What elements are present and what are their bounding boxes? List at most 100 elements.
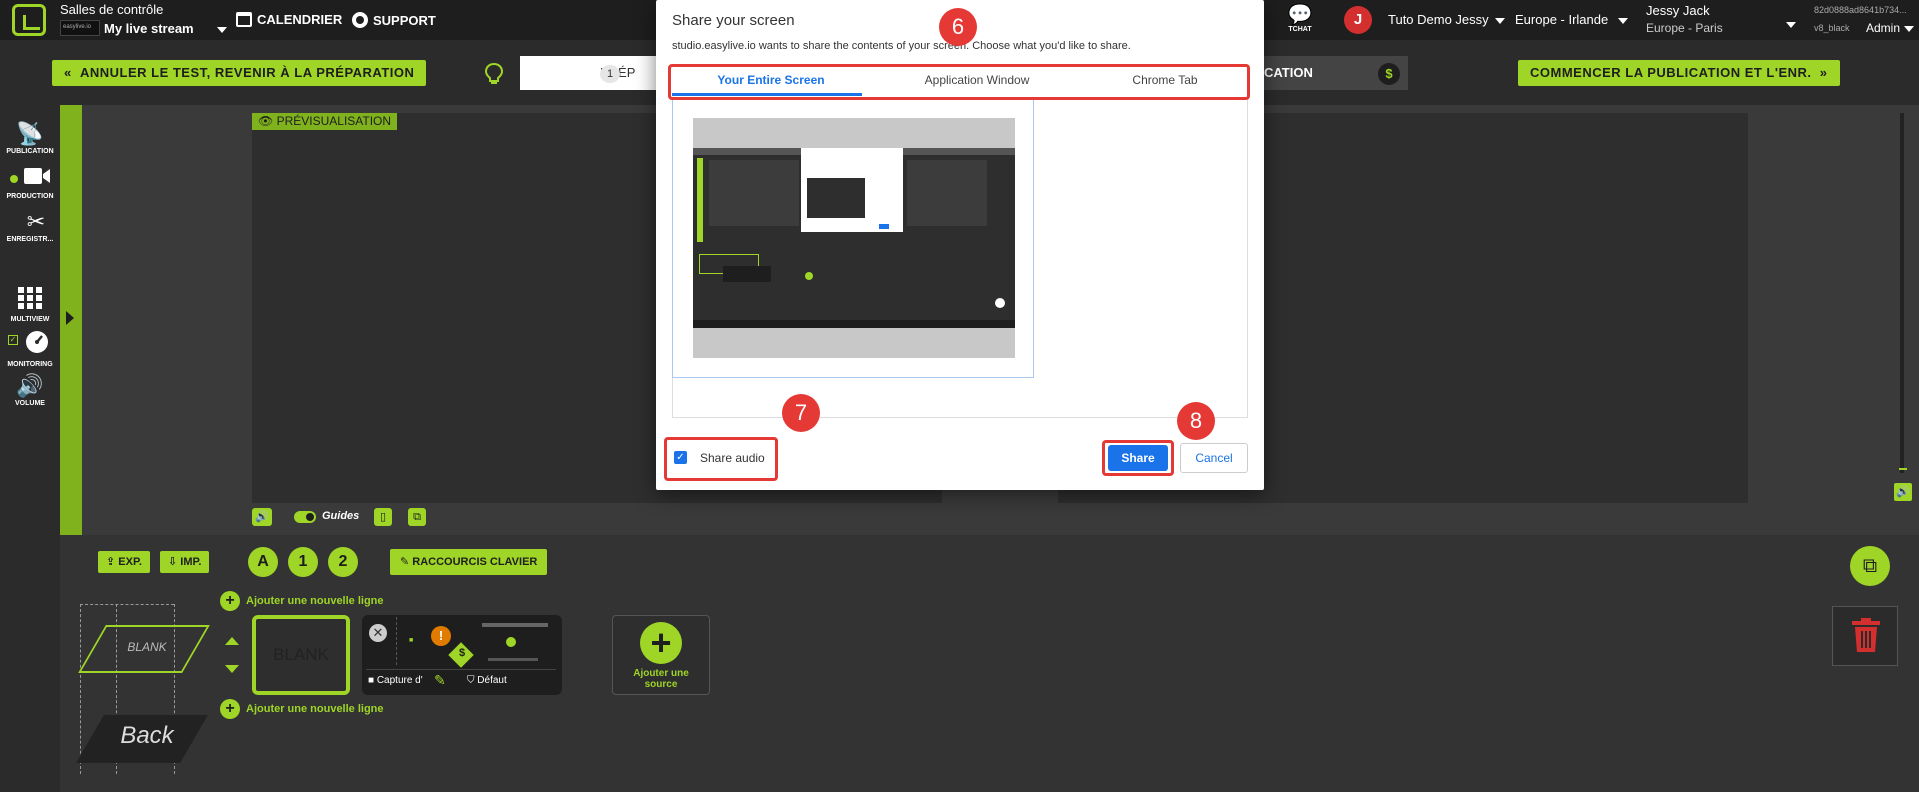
- sidebar-item-production[interactable]: PRODUCTION: [0, 166, 60, 200]
- copy-icon: ⧉: [1862, 555, 1878, 577]
- speaker-icon[interactable]: 🔊: [1894, 483, 1912, 501]
- speaker-icon: 🔊: [16, 373, 44, 398]
- close-icon[interactable]: ✕: [369, 624, 387, 642]
- chat-icon: 💬: [1287, 4, 1313, 26]
- speaker-icon: 🔊: [255, 511, 269, 523]
- chevron-down-icon: [1618, 17, 1629, 24]
- start-publish-label: COMMENCER LA PUBLICATION ET L'ENR.: [1530, 65, 1812, 80]
- preview-audio-button[interactable]: 🔊: [252, 508, 272, 526]
- keyboard-shortcuts-label: RACCOURCIS CLAVIER: [412, 556, 538, 568]
- gauge-icon: [0, 330, 60, 359]
- guides-label: Guides: [322, 510, 360, 522]
- chevron-down-icon: [1494, 17, 1505, 24]
- add-source-button[interactable]: + Ajouter une source: [612, 615, 710, 695]
- annotation-step-6: 6: [939, 8, 977, 46]
- plus-icon: +: [220, 699, 240, 719]
- user-menu-chevron[interactable]: [1780, 16, 1796, 34]
- sidebar-item-monitoring[interactable]: MONITORING: [0, 330, 60, 368]
- layers-button[interactable]: ⧉: [1850, 546, 1890, 586]
- step-preparation[interactable]: PRÉP: [520, 56, 664, 90]
- region-selector[interactable]: Europe - Irlande: [1515, 12, 1629, 27]
- layer-a-button[interactable]: A: [248, 547, 278, 577]
- sidebar-item-multiview[interactable]: MULTIVIEW: [0, 287, 60, 323]
- sidebar-item-volume[interactable]: 🔊 VOLUME: [0, 373, 60, 408]
- add-source-label-1: Ajouter une: [633, 668, 689, 679]
- build-channel: v8_black: [1814, 23, 1850, 33]
- video-camera-icon: [0, 166, 60, 191]
- plus-icon: +: [220, 591, 240, 611]
- mobile-preview-button[interactable]: ▯: [374, 508, 392, 526]
- chevrons-right-icon: »: [1811, 65, 1828, 80]
- active-tab-underline: [672, 93, 862, 96]
- user-timezone: Europe - Paris: [1646, 21, 1723, 35]
- thumb-preview: [709, 160, 799, 226]
- thumb-share-btn: [879, 224, 889, 229]
- layer-1-button[interactable]: 1: [288, 547, 318, 577]
- role-selector[interactable]: Admin: [1866, 21, 1915, 35]
- step-publication-label: CATION: [1264, 65, 1313, 80]
- tab-application-window[interactable]: Application Window: [882, 73, 1072, 87]
- sidebar-item-publication[interactable]: 📡 PUBLICATION: [0, 122, 60, 156]
- thumb-layers: [995, 298, 1005, 308]
- stream-selector[interactable]: My live stream: [104, 21, 228, 36]
- start-publish-button[interactable]: COMMENCER LA PUBLICATION ET L'ENR. »: [1518, 60, 1840, 86]
- download-icon: ⇩: [168, 556, 181, 568]
- preview-label: 👁 PRÉVISUALISATION: [252, 113, 398, 130]
- import-button[interactable]: ⇩ IMP.: [160, 551, 210, 573]
- plus-icon: +: [640, 622, 682, 664]
- add-line-top-button[interactable]: + Ajouter une nouvelle ligne: [220, 591, 384, 611]
- move-down-arrow-icon[interactable]: [225, 665, 239, 673]
- annotation-step-8: 8: [1177, 402, 1215, 440]
- copy-preview-button[interactable]: ⧉: [408, 508, 426, 526]
- blank-scene-tile[interactable]: BLANK: [252, 615, 350, 695]
- account-selector[interactable]: Tuto Demo Jessy: [1388, 12, 1505, 27]
- warning-icon[interactable]: !: [431, 626, 451, 646]
- chevron-down-icon: [217, 26, 228, 33]
- sidebar-item-recording[interactable]: ✂ ENREGISTR...: [0, 209, 60, 244]
- cancel-button[interactable]: Cancel: [1180, 443, 1248, 473]
- export-button[interactable]: ⇪ EXP.: [98, 551, 150, 573]
- tab-entire-screen[interactable]: Your Entire Screen: [676, 73, 866, 87]
- avatar[interactable]: J: [1344, 6, 1372, 34]
- sidebar-label-publication: PUBLICATION: [6, 148, 54, 155]
- layer-2-button[interactable]: 2: [328, 547, 358, 577]
- chevron-down-icon: [1786, 21, 1796, 28]
- chat-button[interactable]: 💬 TCHAT: [1280, 4, 1320, 33]
- camera-icon: ■: [368, 675, 377, 686]
- move-up-arrow-icon[interactable]: [225, 637, 239, 645]
- volume-meter-level: [1899, 468, 1907, 470]
- share-button[interactable]: Share: [1108, 445, 1168, 471]
- keyboard-shortcuts-button[interactable]: ✎ RACCOURCIS CLAVIER: [390, 549, 548, 575]
- easylive-logo[interactable]: [12, 4, 46, 36]
- grid-icon: [0, 287, 60, 314]
- default-profile-text: Défaut: [477, 675, 507, 686]
- user-name: Jessy Jack: [1646, 3, 1710, 18]
- chevrons-left-icon: «: [64, 65, 80, 80]
- add-line-bottom-button[interactable]: + Ajouter une nouvelle ligne: [220, 699, 384, 719]
- screen-thumbnail-content: [693, 148, 1015, 328]
- cancel-test-button[interactable]: « ANNULER LE TEST, REVENIR À LA PRÉPARAT…: [52, 60, 427, 86]
- sidebar-label-monitoring: MONITORING: [7, 361, 53, 368]
- pencil-icon: ✎: [434, 672, 446, 688]
- add-line-top-label: Ajouter une nouvelle ligne: [246, 594, 384, 607]
- expand-arrow-icon: [66, 311, 74, 325]
- edit-source-button[interactable]: ✎: [434, 672, 446, 689]
- tab-chrome-tab[interactable]: Chrome Tab: [1070, 73, 1260, 87]
- annotation-step-7: 7: [782, 394, 820, 432]
- preview-label-text: PRÉVISUALISATION: [276, 114, 392, 128]
- thumb-dialog-screen: [807, 178, 865, 218]
- step-number: 1: [600, 65, 620, 83]
- scissors-icon: ✂: [26, 209, 46, 234]
- mic-icon: ■: [409, 637, 414, 644]
- support-link[interactable]: SUPPORT: [352, 12, 436, 28]
- lifebuoy-icon: [352, 12, 368, 28]
- chevron-down-icon: [1904, 25, 1915, 32]
- calendar-link[interactable]: CALENDRIER: [236, 12, 342, 27]
- guides-toggle[interactable]: [294, 511, 316, 523]
- eye-icon: 👁: [258, 114, 277, 128]
- lightbulb-icon[interactable]: [484, 62, 504, 86]
- share-audio-checkbox[interactable]: ✓: [674, 451, 687, 464]
- volume-meter: [1900, 113, 1904, 473]
- control-rooms-label: Salles de contrôle: [60, 2, 164, 17]
- sidebar-label-recording: ENREGISTR...: [6, 236, 54, 243]
